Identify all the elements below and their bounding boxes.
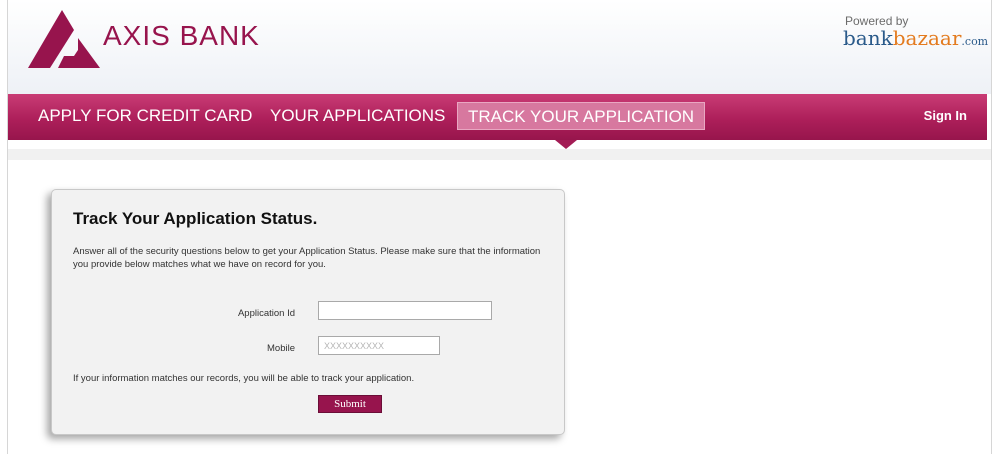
nav-track-your-application[interactable]: TRACK YOUR APPLICATION bbox=[457, 102, 706, 130]
bankbazaar-logo-com: .com bbox=[961, 35, 989, 48]
main-nav: APPLY FOR CREDIT CARD YOUR APPLICATIONS … bbox=[8, 94, 987, 140]
page-title: Track Your Application Status. bbox=[73, 209, 318, 228]
bankbazaar-logo-bank: bank bbox=[843, 26, 893, 50]
intro-text: Answer all of the security questions bel… bbox=[73, 246, 541, 270]
bankbazaar-logo-bazaar: bazaar bbox=[892, 26, 962, 50]
application-id-input[interactable] bbox=[318, 301, 492, 320]
powered-by-block[interactable]: Powered by bankbazaar.com bbox=[843, 14, 988, 50]
active-tab-caret bbox=[555, 140, 577, 149]
track-status-panel: Track Your Application Status. Answer al… bbox=[51, 189, 565, 435]
application-id-label: Application Id bbox=[237, 308, 295, 319]
axis-bank-logo-icon[interactable] bbox=[28, 10, 100, 68]
mobile-label: Mobile bbox=[267, 343, 295, 354]
nav-apply-for-credit-card[interactable]: APPLY FOR CREDIT CARD bbox=[38, 94, 252, 140]
sub-bar bbox=[8, 149, 991, 160]
mobile-input[interactable] bbox=[318, 336, 440, 355]
submit-button[interactable]: Submit bbox=[318, 395, 382, 413]
brand-name[interactable]: AXIS BANK bbox=[103, 20, 260, 52]
header: AXIS BANK Powered by bankbazaar.com bbox=[8, 0, 991, 94]
sign-in-link[interactable]: Sign In bbox=[924, 94, 967, 138]
info-note: If your information matches our records,… bbox=[73, 373, 415, 384]
bankbazaar-logo: bankbazaar.com bbox=[843, 26, 988, 50]
nav-your-applications[interactable]: YOUR APPLICATIONS bbox=[270, 94, 445, 140]
